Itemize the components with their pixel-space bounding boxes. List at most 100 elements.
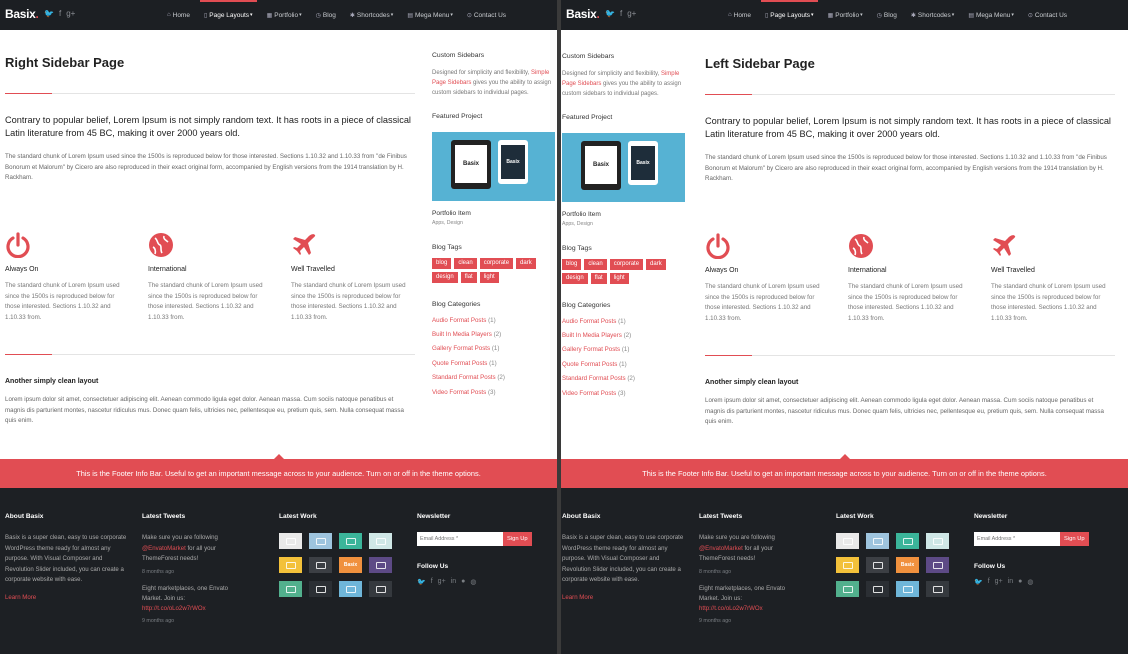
tweet-mention-link[interactable]: @EnvatoMarket: [699, 545, 743, 552]
phone-icon[interactable]: [836, 581, 859, 597]
flickr-icon[interactable]: ●: [1018, 578, 1022, 586]
tag-corporate[interactable]: corporate: [609, 258, 644, 270]
pattern-icon[interactable]: [866, 533, 889, 549]
red-tablet-icon[interactable]: [279, 533, 302, 549]
hexagon-icon[interactable]: [309, 581, 332, 597]
category-item[interactable]: Gallery Format Posts (1): [562, 343, 686, 357]
twitter-icon[interactable]: 🐦: [974, 578, 983, 586]
dots-icon[interactable]: [926, 581, 949, 597]
window-icon[interactable]: [339, 581, 362, 597]
featured-project-image[interactable]: Basix Basix: [562, 132, 685, 202]
tag-light[interactable]: light: [609, 272, 629, 284]
sign-up-button[interactable]: Sign Up: [1060, 532, 1089, 546]
facebook-icon[interactable]: f: [431, 578, 433, 586]
tag-dark[interactable]: dark: [646, 258, 666, 270]
tag-light[interactable]: light: [479, 271, 499, 283]
tag-dark[interactable]: dark: [516, 257, 536, 269]
tag-design[interactable]: design: [562, 272, 588, 284]
basix-logo-icon[interactable]: Basix: [896, 557, 919, 573]
category-item[interactable]: Standard Format Posts (2): [562, 372, 686, 386]
facebook-icon[interactable]: f: [988, 578, 990, 586]
nav-item-contact-us[interactable]: ⊙ Contact Us: [467, 0, 506, 30]
tablet-screen-text: Basix: [585, 145, 617, 184]
tweet-url-link[interactable]: http://t.co/oLo2w7rWOx: [142, 605, 247, 612]
dribbble-icon[interactable]: ◍: [470, 578, 476, 586]
monitor-icon[interactable]: [339, 533, 362, 549]
facebook-icon[interactable]: f: [620, 9, 622, 19]
phone-icon[interactable]: [279, 581, 302, 597]
nav-item-shortcodes[interactable]: ✱ Shortcodes ▾: [911, 0, 954, 30]
google-plus-icon[interactable]: g+: [438, 578, 446, 586]
category-item[interactable]: Video Format Posts (3): [562, 387, 686, 401]
sign-up-button[interactable]: Sign Up: [503, 532, 532, 546]
nav-item-home[interactable]: ⌂ Home: [167, 0, 190, 30]
learn-more-link[interactable]: Learn More: [5, 594, 127, 601]
site-logo[interactable]: Basix.: [5, 7, 39, 21]
facebook-icon[interactable]: f: [59, 9, 61, 19]
linkedin-icon[interactable]: in: [1008, 578, 1013, 586]
tweet-url-link[interactable]: http://t.co/oLo2w7rWOx: [699, 605, 804, 612]
dribbble-icon[interactable]: ◍: [1027, 578, 1033, 586]
tag-blog[interactable]: blog: [432, 257, 452, 269]
tag-corporate[interactable]: corporate: [479, 257, 514, 269]
nav-item-contact-us[interactable]: ⊙ Contact Us: [1028, 0, 1067, 30]
category-item[interactable]: Quote Format Posts (1): [562, 358, 686, 372]
flickr-icon[interactable]: ●: [461, 578, 465, 586]
tag-clean[interactable]: clean: [584, 258, 607, 270]
glasses-icon[interactable]: [866, 557, 889, 573]
nav-item-page-layouts[interactable]: ▯ Page Layouts ▾: [761, 0, 818, 30]
project-name[interactable]: Portfolio Item: [432, 210, 556, 217]
nav-item-mega-menu[interactable]: ▤ Mega Menu ▾: [407, 0, 453, 30]
google-plus-icon[interactable]: g+: [995, 578, 1003, 586]
nav-item-portfolio[interactable]: ▦ Portfolio ▾: [828, 0, 863, 30]
tag-flat[interactable]: flat: [460, 271, 477, 283]
category-item[interactable]: Audio Format Posts (1): [432, 314, 556, 328]
email-field[interactable]: [974, 532, 1060, 546]
tag-icon[interactable]: [279, 557, 302, 573]
tag-flat[interactable]: flat: [590, 272, 607, 284]
nav-item-shortcodes[interactable]: ✱ Shortcodes ▾: [350, 0, 393, 30]
nav-item-mega-menu[interactable]: ▤ Mega Menu ▾: [968, 0, 1014, 30]
tag-icon[interactable]: [836, 557, 859, 573]
category-item[interactable]: Quote Format Posts (1): [432, 357, 556, 371]
nav-item-portfolio[interactable]: ▦ Portfolio ▾: [267, 0, 302, 30]
project-name[interactable]: Portfolio Item: [562, 211, 686, 218]
twitter-icon[interactable]: 🐦: [417, 578, 426, 586]
dots-icon[interactable]: [369, 581, 392, 597]
circles-icon[interactable]: [926, 557, 949, 573]
category-item[interactable]: Audio Format Posts (1): [562, 315, 686, 329]
nav-item-page-layouts[interactable]: ▯ Page Layouts ▾: [200, 0, 257, 30]
compass-icon[interactable]: [369, 533, 392, 549]
compass-icon[interactable]: [926, 533, 949, 549]
category-item[interactable]: Built In Media Players (2): [562, 329, 686, 343]
glasses-icon[interactable]: [309, 557, 332, 573]
red-tablet-icon[interactable]: [836, 533, 859, 549]
thumb-shape: [285, 537, 296, 545]
tweet-mention-link[interactable]: @EnvatoMarket: [142, 545, 186, 552]
google-plus-icon[interactable]: g+: [66, 9, 75, 19]
monitor-icon[interactable]: [896, 533, 919, 549]
category-item[interactable]: Built In Media Players (2): [432, 328, 556, 342]
featured-project-image[interactable]: Basix Basix: [432, 131, 555, 201]
site-logo[interactable]: Basix.: [566, 7, 600, 21]
window-icon[interactable]: [896, 581, 919, 597]
nav-item-blog[interactable]: ◷ Blog: [877, 0, 897, 30]
tag-blog[interactable]: blog: [562, 258, 582, 270]
linkedin-icon[interactable]: in: [451, 578, 456, 586]
category-item[interactable]: Video Format Posts (3): [432, 386, 556, 400]
email-field[interactable]: [417, 532, 503, 546]
category-item[interactable]: Gallery Format Posts (1): [432, 342, 556, 356]
twitter-icon[interactable]: 🐦: [605, 9, 615, 19]
basix-logo-icon[interactable]: Basix: [339, 557, 362, 573]
twitter-icon[interactable]: 🐦: [44, 9, 54, 19]
circles-icon[interactable]: [369, 557, 392, 573]
google-plus-icon[interactable]: g+: [627, 9, 636, 19]
tag-clean[interactable]: clean: [454, 257, 477, 269]
tag-design[interactable]: design: [432, 271, 458, 283]
nav-item-home[interactable]: ⌂ Home: [728, 0, 751, 30]
category-item[interactable]: Standard Format Posts (2): [432, 371, 556, 385]
hexagon-icon[interactable]: [866, 581, 889, 597]
nav-item-blog[interactable]: ◷ Blog: [316, 0, 336, 30]
learn-more-link[interactable]: Learn More: [562, 594, 684, 601]
pattern-icon[interactable]: [309, 533, 332, 549]
